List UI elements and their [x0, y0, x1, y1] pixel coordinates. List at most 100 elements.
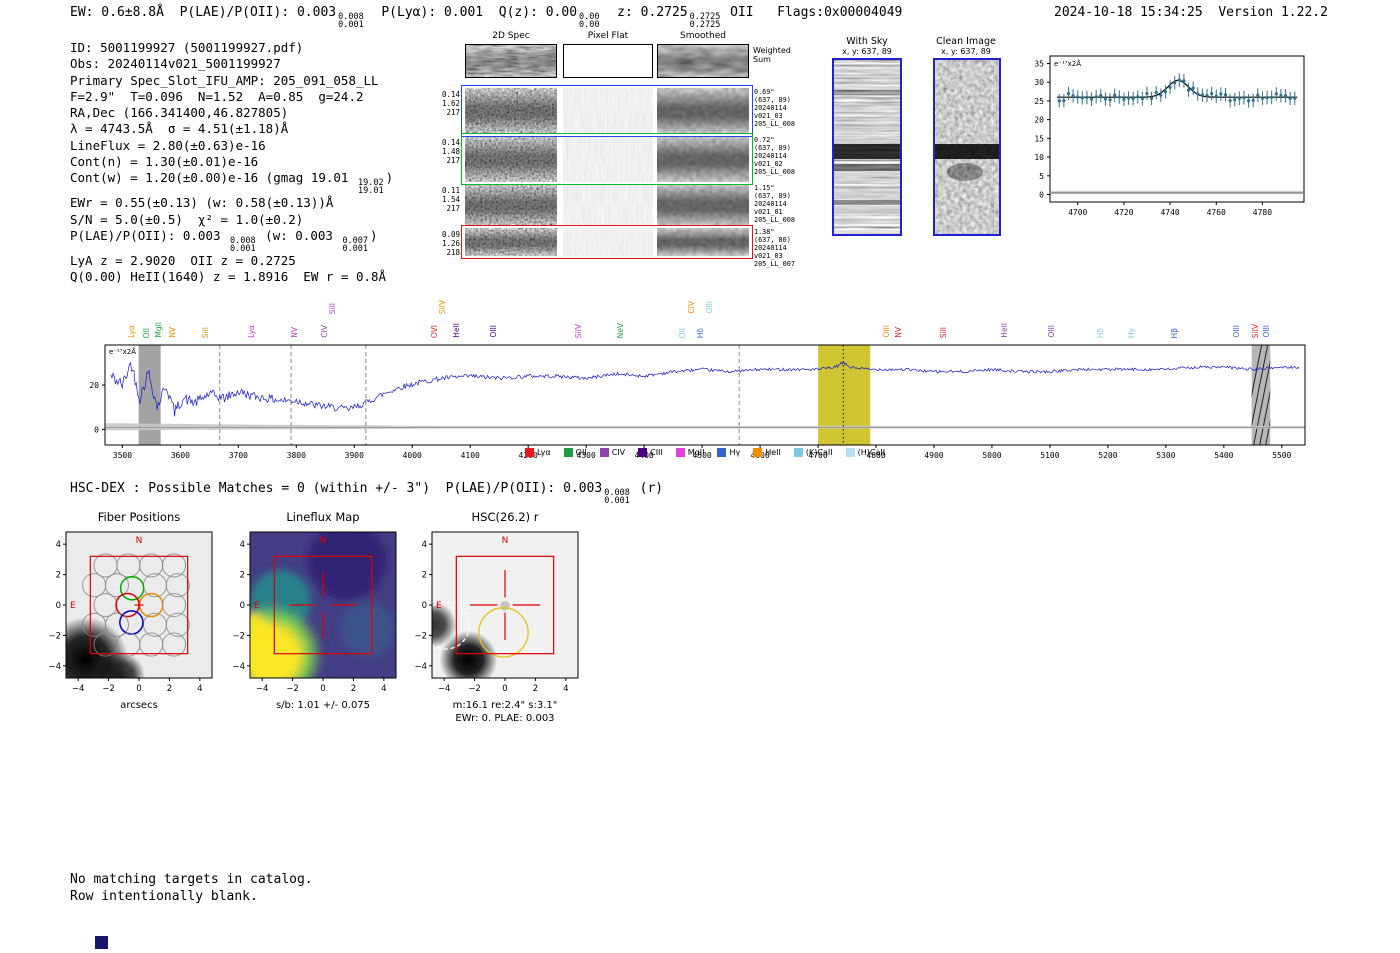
legend-label: HeII	[765, 448, 781, 457]
lineflux-map-panel: −4 −4 −2 −2 0 0 2 2 4 4 N E	[232, 531, 397, 694]
hsc-caption-1: m:16.1 re:2.4" s:3.1"	[452, 700, 558, 711]
spec2d-row-2dspec	[465, 136, 557, 182]
info-line: LyA z = 2.9020 OII z = 0.2725	[70, 253, 393, 269]
emission-line-label: OVI	[430, 324, 440, 338]
svg-text:−4: −4	[438, 684, 451, 694]
svg-text:20: 20	[89, 381, 99, 390]
spec2d-title-smoothed: Smoothed	[680, 31, 726, 41]
svg-text:−4: −4	[414, 662, 427, 672]
svg-text:2: 2	[422, 571, 427, 581]
svg-text:0: 0	[56, 601, 61, 611]
emission-line-label: SiII	[327, 302, 337, 314]
svg-text:0: 0	[502, 684, 507, 694]
svg-text:4: 4	[197, 684, 202, 694]
hsc-caption-2: EWr: 0. PLAE: 0.003	[455, 713, 555, 724]
text-segment: Cont(w) = 1.20(±0.00)e-16 (gmag 19.01	[70, 170, 356, 186]
text-segment: (r)	[631, 481, 664, 496]
svg-text:4760: 4760	[1207, 208, 1226, 217]
emission-line-label: MgII	[154, 322, 164, 338]
noise-image	[657, 136, 749, 182]
svg-text:2: 2	[351, 684, 356, 694]
legend-swatch-icon	[717, 448, 727, 457]
legend-item: (K)CaII	[793, 448, 833, 457]
legend-label: Hγ	[729, 448, 741, 457]
spec2d-row-weights: 0.14 1.48 217	[441, 138, 460, 165]
spec2d-sum-pixelflat	[563, 44, 653, 78]
svg-text:25: 25	[1034, 97, 1044, 106]
lineflux-map-title: Lineflux Map	[286, 510, 360, 524]
info-line: S/N = 5.0(±0.5) χ² = 1.0(±0.2)	[70, 212, 393, 228]
emission-line-label: OIII	[705, 301, 715, 314]
text-segment: Primary Spec_Slot_IFU_AMP: 205_091_058_L…	[70, 72, 379, 88]
spec2d-title-pixelflat: Pixel Flat	[587, 31, 629, 41]
svg-text:−4: −4	[232, 662, 245, 672]
emission-line-label: OII	[142, 327, 152, 338]
spectrum-legend: Lyα OII CIV CIII MgII Hγ HeII (K)CaII (H)CaII	[105, 448, 1305, 457]
legend-label: MgII	[687, 448, 705, 457]
legend-swatch-icon	[638, 448, 648, 457]
emission-line-label: Hδ	[1096, 327, 1106, 338]
info-line: EWr = 0.55(±0.13) (w: 0.58(±0.13))Å	[70, 195, 393, 211]
svg-text:4720: 4720	[1114, 208, 1133, 217]
footer-notes: No matching targets in catalog. Row inte…	[70, 872, 313, 905]
svg-text:E: E	[70, 601, 76, 611]
emission-line-label: OIII	[488, 325, 498, 338]
text-segment: F=2.9" T=0.096 N=1.52 A=0.85 g=24.2	[70, 88, 364, 104]
emission-line-label: CIV	[319, 325, 329, 338]
svg-text:4700: 4700	[1068, 208, 1087, 217]
noise-image	[465, 228, 557, 256]
text-segment: z: 0.2725	[601, 5, 688, 20]
svg-text:2: 2	[167, 684, 172, 694]
legend-label: (H)CaII	[857, 448, 886, 457]
svg-text:e⁻¹⁷x2Å: e⁻¹⁷x2Å	[109, 347, 136, 356]
svg-text:0: 0	[94, 425, 99, 434]
legend-item: CIII	[638, 448, 663, 457]
emission-line-label: OIII	[881, 325, 891, 338]
noise-image	[466, 45, 556, 77]
footer-line-2: Row intentionally blank.	[70, 888, 258, 904]
spec2d-title-2dspec: 2D Spec	[492, 31, 530, 41]
legend-item: (H)CaII	[845, 448, 886, 457]
emission-line-label: Lyα	[247, 325, 257, 338]
fiber-xaxis-label: arcsecs	[120, 700, 158, 711]
spec2d-row-weights: 0.14 1.62 217	[441, 90, 460, 117]
svg-text:4: 4	[240, 540, 245, 550]
stacked-uncertainty: 0.008 0.001	[604, 488, 630, 506]
spec2d-row-2dspec	[465, 228, 557, 256]
svg-text:E: E	[254, 601, 260, 611]
emission-line-label: SiIV	[574, 323, 584, 338]
svg-text:4: 4	[381, 684, 386, 694]
stacked-uncertainty: 0.00 0.00	[579, 12, 600, 30]
svg-text:0: 0	[240, 601, 245, 611]
svg-text:−4: −4	[72, 684, 85, 694]
elixer-report-page: { "header": { "left_segments": [ {"t":"E…	[0, 0, 1400, 953]
emission-line-label: NV	[167, 327, 177, 338]
spec2d-row-annotation: 0.69" (637, 89) 20240114 v021_03 205_LL_…	[754, 88, 795, 128]
svg-text:5: 5	[1039, 172, 1044, 181]
spec2d-row-2dspec	[465, 184, 557, 226]
stacked-uncertainty: 0.2725 0.2725	[689, 12, 721, 30]
info-line: LineFlux = 2.80(±0.63)e-16	[70, 138, 393, 154]
svg-text:10: 10	[1034, 153, 1044, 162]
fiber-positions-title: Fiber Positions	[97, 510, 181, 524]
info-line: RA,Dec (166.341400,46.827805)	[70, 105, 393, 121]
with-sky-title: With Sky	[846, 36, 888, 47]
hsc-r-title: HSC(26.2) r	[471, 510, 539, 524]
stacked-uncertainty: 0.008 0.001	[338, 12, 364, 30]
legend-swatch-icon	[753, 448, 763, 457]
spec2d-row-smoothed	[657, 228, 749, 256]
svg-text:−2: −2	[232, 631, 245, 641]
emission-line-label: Hγ	[1126, 327, 1136, 338]
svg-text:−4: −4	[48, 662, 61, 672]
legend-item: Lyα	[524, 448, 551, 457]
emission-line-label: OIII	[1046, 325, 1056, 338]
emission-line-label: SiII	[201, 326, 211, 338]
noise-image	[834, 60, 900, 234]
noise-image	[563, 184, 653, 226]
clean-image-title: Clean Image	[936, 36, 996, 47]
header-summary-line: EW: 0.6±8.8Å P(LAE)/P(OII): 0.003 0.008 0.…	[70, 5, 902, 29]
svg-text:4780: 4780	[1253, 208, 1272, 217]
emission-line-label: NV	[290, 327, 300, 338]
svg-text:0: 0	[320, 684, 325, 694]
noise-image	[465, 184, 557, 226]
